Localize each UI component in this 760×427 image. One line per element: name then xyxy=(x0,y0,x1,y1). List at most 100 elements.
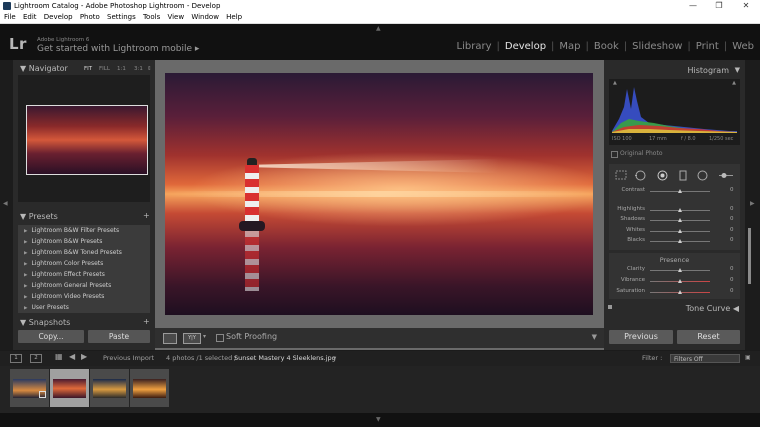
menu-develop[interactable]: Develop xyxy=(44,13,73,21)
filmstrip-thumb[interactable] xyxy=(10,369,49,407)
menu-tools[interactable]: Tools xyxy=(143,13,160,21)
menu-window[interactable]: Window xyxy=(191,13,219,21)
minimize-button[interactable]: — xyxy=(683,0,703,12)
slider-thumb[interactable] xyxy=(678,290,682,294)
slider-thumb[interactable] xyxy=(678,208,682,212)
tone-curve-header[interactable]: Tone Curve ◀ xyxy=(686,304,739,313)
collapse-left-icon[interactable]: ◀ xyxy=(3,200,8,207)
reset-button[interactable]: Reset xyxy=(677,330,740,344)
slider-thumb[interactable] xyxy=(678,268,682,272)
snapshots-header[interactable]: ▼ Snapshots xyxy=(20,318,70,327)
preset-folder[interactable]: ▶ Lightroom B&W Toned Presets xyxy=(24,249,122,256)
adjustment-brush-icon[interactable] xyxy=(717,170,735,181)
menu-photo[interactable]: Photo xyxy=(80,13,100,21)
add-preset-button[interactable]: + xyxy=(143,211,150,220)
red-eye-icon[interactable] xyxy=(657,170,668,181)
main-photo[interactable] xyxy=(165,73,593,315)
soft-proofing-checkbox[interactable] xyxy=(216,334,224,342)
copy-button[interactable]: Copy... xyxy=(18,330,84,343)
paste-button[interactable]: Paste xyxy=(88,330,150,343)
crop-tool-icon[interactable] xyxy=(615,170,627,180)
collapse-filmstrip-icon[interactable]: ▼ xyxy=(376,416,381,423)
preset-folder[interactable]: ▶ Lightroom B&W Filter Presets xyxy=(24,227,119,234)
collapse-top-panel-icon[interactable]: ▲ xyxy=(376,25,381,32)
before-after-icon[interactable]: Y|Y xyxy=(183,333,201,344)
slider-thumb[interactable] xyxy=(678,218,682,222)
before-after-dropdown-icon[interactable]: ▾ xyxy=(203,333,206,340)
slider-thumb[interactable] xyxy=(678,279,682,283)
slider-thumb[interactable] xyxy=(678,239,682,243)
module-web[interactable]: Web xyxy=(732,41,754,52)
forward-arrow-icon[interactable]: ▶ xyxy=(81,352,87,361)
navigator-preview[interactable] xyxy=(18,75,150,202)
lock-icon[interactable]: ▣ xyxy=(745,354,751,361)
close-button[interactable]: ✕ xyxy=(736,0,756,12)
histogram[interactable]: ▲ ▲ ISO 100 17 mm f / 8.0 1/250 sec xyxy=(609,79,740,145)
version-label: Adobe Lightroom 6 xyxy=(37,37,90,43)
preset-folder[interactable]: ▶ Lightroom Color Presets xyxy=(24,260,103,267)
lighthouse-tower xyxy=(245,165,259,223)
source-label[interactable]: Previous Import xyxy=(103,354,154,362)
zoom-1-1[interactable]: 1:1 xyxy=(117,66,126,72)
radial-filter-icon[interactable] xyxy=(697,170,708,181)
previous-button[interactable]: Previous xyxy=(609,330,673,344)
zoom-3-1[interactable]: 3:1 xyxy=(134,66,143,72)
navigator-thumbnail[interactable] xyxy=(26,105,148,175)
slider-thumb[interactable] xyxy=(678,189,682,193)
zoom-dropdown-icon[interactable]: ⇕ xyxy=(147,66,152,72)
zoom-fill[interactable]: FILL xyxy=(99,66,110,72)
menu-help[interactable]: Help xyxy=(226,13,242,21)
loupe-view-icon[interactable] xyxy=(163,333,177,344)
menu-file[interactable]: File xyxy=(4,13,16,21)
graduated-filter-icon[interactable] xyxy=(679,170,687,181)
module-map[interactable]: Map xyxy=(559,41,580,52)
collapse-right-icon[interactable]: ▶ xyxy=(750,200,755,207)
filter-dropdown[interactable]: Filters Off xyxy=(670,354,740,363)
module-print[interactable]: Print xyxy=(696,41,719,52)
window-1-button[interactable]: 1 xyxy=(10,354,22,363)
module-slideshow[interactable]: Slideshow xyxy=(632,41,682,52)
module-develop[interactable]: Develop xyxy=(505,41,546,52)
preset-folder[interactable]: ▶ Lightroom B&W Presets xyxy=(24,238,102,245)
preset-folder[interactable]: ▶ Lightroom Effect Presets xyxy=(24,271,105,278)
left-panel-toggle[interactable]: ◀ xyxy=(0,60,13,350)
panel-toggle-icon[interactable] xyxy=(608,305,612,309)
menu-view[interactable]: View xyxy=(167,13,184,21)
menu-settings[interactable]: Settings xyxy=(107,13,136,21)
filmstrip-thumb-selected[interactable] xyxy=(50,369,89,407)
shadow-clipping-icon[interactable]: ▲ xyxy=(613,80,617,86)
module-separator: | xyxy=(687,41,691,52)
preset-folder[interactable]: ▶ Lightroom General Presets xyxy=(24,282,111,289)
original-photo-checkbox[interactable] xyxy=(611,151,618,158)
filmstrip-thumb[interactable] xyxy=(130,369,169,407)
maximize-button[interactable]: ❐ xyxy=(709,0,729,12)
expand-icon: ▶ xyxy=(24,229,28,234)
filename-dropdown-icon[interactable]: ▾ xyxy=(333,354,336,362)
horizon-glow xyxy=(165,191,593,197)
mobile-link[interactable]: Get started with Lightroom mobile ▸ xyxy=(37,44,199,54)
module-library[interactable]: Library xyxy=(457,41,492,52)
filename: Sunset Mastery 4 Sleeklens.jpg xyxy=(234,354,336,362)
filmstrip-thumb[interactable] xyxy=(90,369,129,407)
presets-header[interactable]: ▼ Presets xyxy=(20,212,58,221)
slider-thumb[interactable] xyxy=(678,229,682,233)
menu-edit[interactable]: Edit xyxy=(23,13,37,21)
back-arrow-icon[interactable]: ◀ xyxy=(69,352,75,361)
navigator-header[interactable]: ▼ Navigator xyxy=(20,64,68,73)
module-separator: | xyxy=(496,41,500,52)
right-panel-scrollbar[interactable] xyxy=(748,228,751,284)
right-panel-toggle[interactable]: ▶ xyxy=(745,60,760,350)
toolbar-menu-icon[interactable]: ▼ xyxy=(592,333,597,341)
histogram-collapse-icon[interactable]: ▼ xyxy=(735,66,740,74)
add-snapshot-button[interactable]: + xyxy=(143,317,150,326)
spot-removal-icon[interactable] xyxy=(635,170,646,181)
window-2-button[interactable]: 2 xyxy=(30,354,42,363)
preset-folder[interactable]: ▶ Lightroom Video Presets xyxy=(24,293,104,300)
preset-folder[interactable]: ▶ User Presets xyxy=(24,304,69,311)
module-book[interactable]: Book xyxy=(594,41,619,52)
grid-view-icon[interactable]: ▦ xyxy=(55,352,63,361)
lightroom-app-icon xyxy=(3,2,11,10)
expand-icon: ▶ xyxy=(24,306,28,311)
highlight-clipping-icon[interactable]: ▲ xyxy=(732,80,736,86)
zoom-fit[interactable]: FIT xyxy=(84,66,92,72)
